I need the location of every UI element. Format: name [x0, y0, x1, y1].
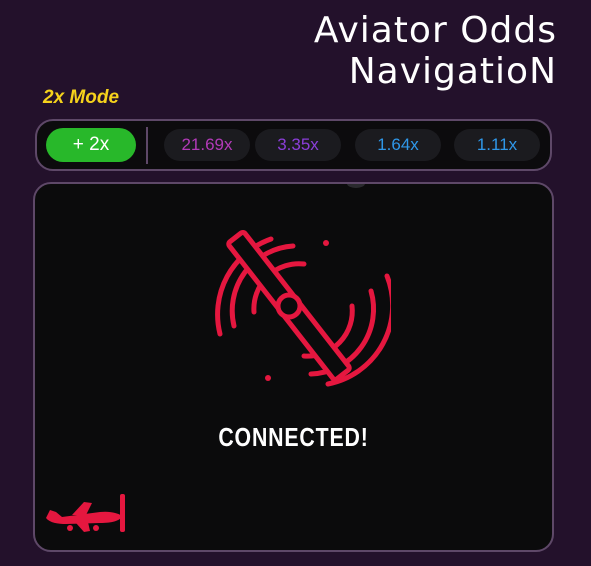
- odd-chip-4[interactable]: 1.11x: [454, 129, 540, 161]
- app-title: Aviator Odds NavigatioN: [314, 10, 557, 92]
- connection-status-text: CONNECTED!: [218, 422, 369, 452]
- odds-bar: + 2x 21.69x 3.35x 1.64x 1.11x: [35, 119, 552, 171]
- odds-bar-divider: [146, 127, 148, 164]
- aviator-plane-logo-icon: [46, 494, 125, 532]
- odd-chip-1[interactable]: 21.69x: [164, 129, 250, 161]
- odd-chip-2[interactable]: 3.35x: [255, 129, 341, 161]
- title-line-1: Aviator Odds: [313, 10, 557, 51]
- status-panel: CONNECTED!: [33, 182, 554, 552]
- title-line-2: NavigatioN: [348, 51, 557, 92]
- panel-notch: [347, 184, 365, 188]
- odd-chip-3[interactable]: 1.64x: [355, 129, 441, 161]
- connected-plane-icon: [215, 229, 391, 387]
- mode-2x-button[interactable]: + 2x: [46, 128, 136, 162]
- mode-label: 2x Mode: [43, 87, 120, 108]
